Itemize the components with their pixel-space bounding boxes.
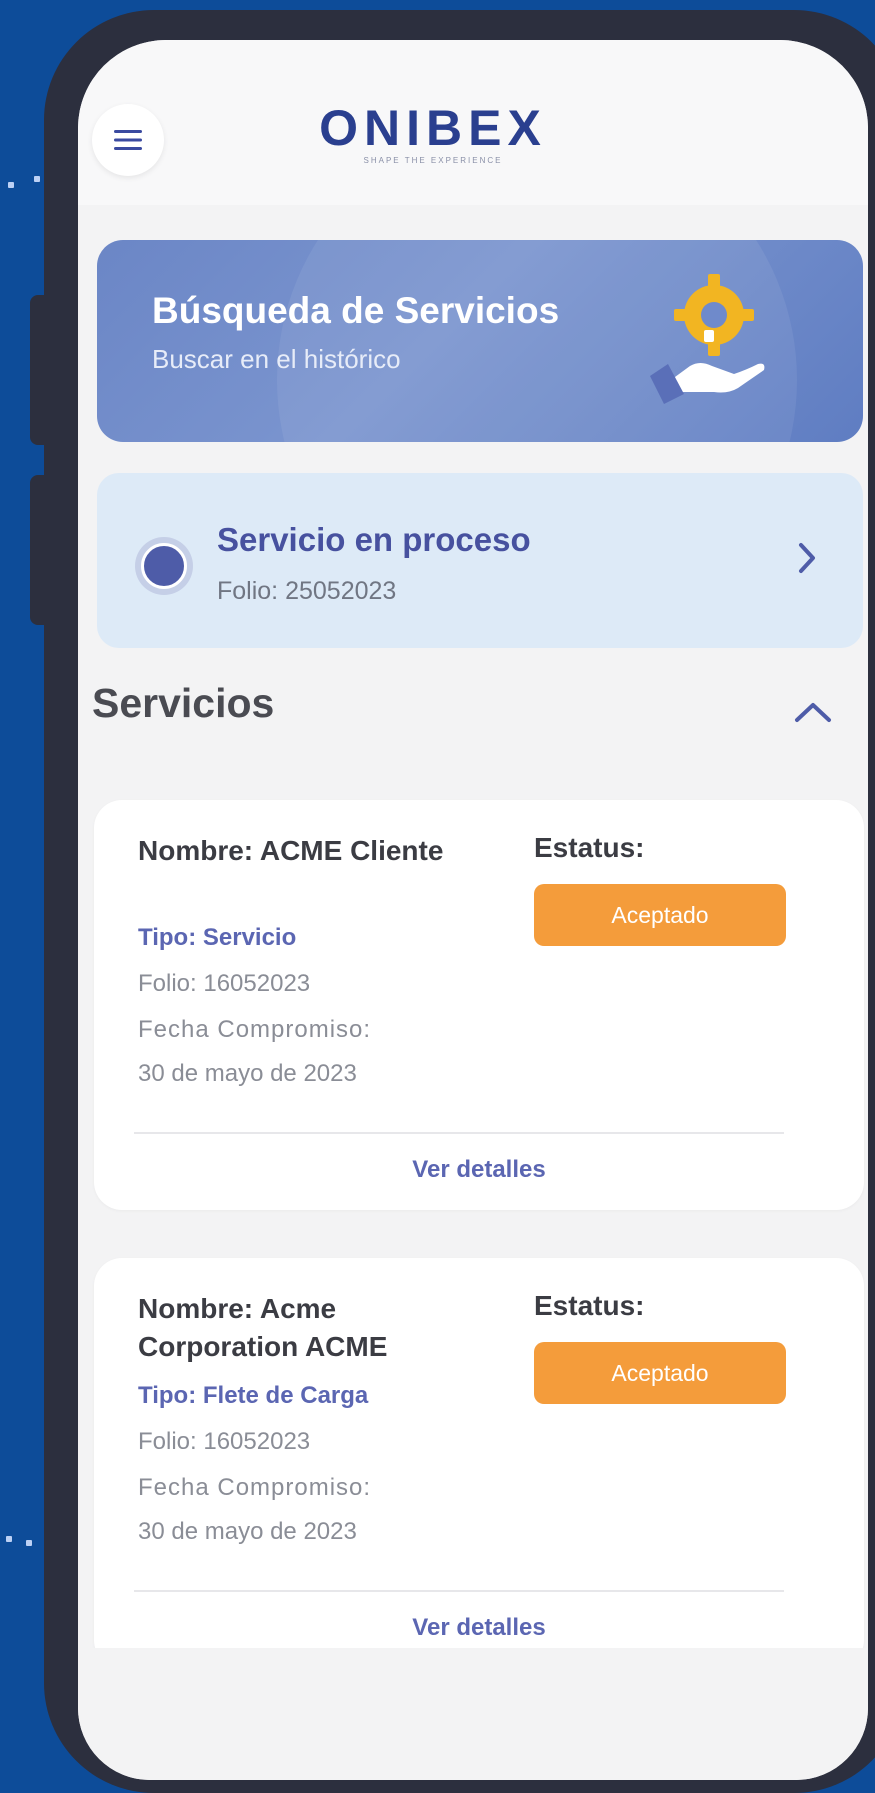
- background-dot: [26, 1540, 32, 1546]
- card-divider: [134, 1590, 784, 1592]
- service-type: Tipo: Servicio: [138, 924, 297, 951]
- service-name: Nombre: Acme Corporation ACME: [138, 1293, 388, 1362]
- app-screen: ONIBEX SHAPE THE EXPERIENCE Búsqueda de …: [78, 40, 868, 1780]
- service-card: Nombre: ACME Cliente Tipo: Servicio Foli…: [94, 800, 864, 1210]
- status-badge: Aceptado: [534, 1342, 786, 1404]
- search-card-title: Búsqueda de Servicios: [152, 290, 560, 331]
- view-details-link[interactable]: Ver detalles: [94, 1614, 864, 1642]
- bottom-bar: [78, 1648, 868, 1780]
- service-search-card[interactable]: Búsqueda de Servicios Buscar en el histó…: [97, 240, 863, 442]
- service-in-process-card[interactable]: Servicio en proceso Folio: 25052023: [97, 473, 863, 648]
- commitment-date: 30 de mayo de 2023: [138, 1518, 357, 1545]
- commitment-date-label: Fecha Compromiso:: [138, 1016, 372, 1043]
- service-folio: Folio: 16052023: [138, 1428, 311, 1455]
- commitment-date-label: Fecha Compromiso:: [138, 1474, 372, 1501]
- process-title: Servicio en proceso: [217, 521, 531, 558]
- menu-button[interactable]: [92, 104, 164, 176]
- chevron-up-icon[interactable]: [793, 700, 833, 724]
- view-details-link[interactable]: Ver detalles: [94, 1156, 864, 1184]
- service-type: Tipo: Flete de Carga: [138, 1382, 369, 1409]
- process-status-icon: [141, 543, 187, 589]
- card-divider: [134, 1132, 784, 1134]
- chevron-right-icon: [799, 543, 815, 573]
- commitment-date: 30 de mayo de 2023: [138, 1060, 357, 1087]
- top-bar: ONIBEX SHAPE THE EXPERIENCE: [78, 40, 868, 205]
- status-label: Estatus:: [534, 1290, 645, 1321]
- status-badge: Aceptado: [534, 884, 786, 946]
- services-section-title: Servicios: [92, 680, 275, 726]
- logo-text: ONIBEX: [319, 100, 547, 156]
- hand-gear-icon: [650, 274, 765, 404]
- process-folio: Folio: 25052023: [217, 577, 397, 605]
- logo-tagline: SHAPE THE EXPERIENCE: [363, 156, 503, 165]
- service-folio: Folio: 16052023: [138, 970, 311, 997]
- service-name: Nombre: ACME Cliente: [138, 835, 444, 866]
- background-dot: [34, 176, 40, 182]
- status-label: Estatus:: [534, 832, 645, 863]
- background-dot: [6, 1536, 12, 1542]
- onibex-logo: ONIBEX SHAPE THE EXPERIENCE: [283, 102, 583, 172]
- hamburger-menu-icon: [114, 130, 142, 150]
- service-card: Nombre: Acme Corporation ACME Tipo: Flet…: [94, 1258, 864, 1668]
- background-dot: [8, 182, 14, 188]
- search-card-subtitle: Buscar en el histórico: [152, 344, 401, 374]
